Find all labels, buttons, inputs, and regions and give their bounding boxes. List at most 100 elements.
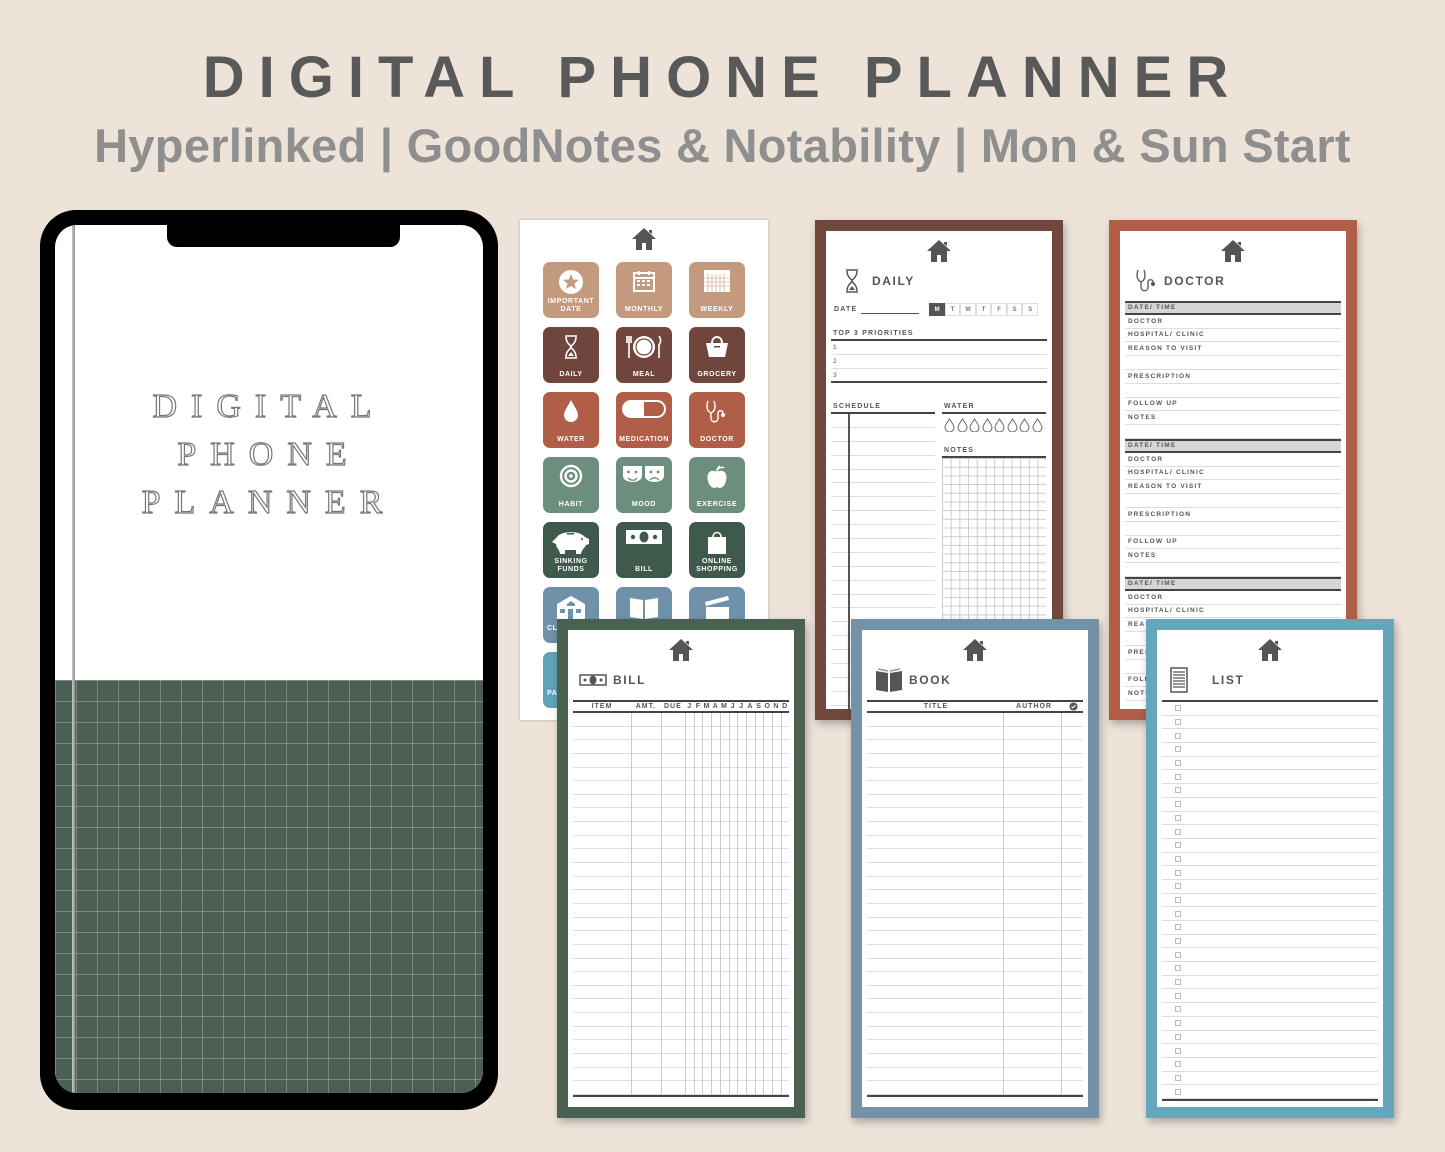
water-drop-icon[interactable] [956, 418, 968, 437]
checkbox[interactable] [1175, 1088, 1181, 1095]
checkbox[interactable] [1175, 855, 1181, 862]
checkbox[interactable] [1175, 801, 1181, 808]
water-drop-icon[interactable] [994, 418, 1005, 437]
checkbox[interactable] [1175, 828, 1181, 835]
water-drop-icon[interactable] [981, 418, 993, 437]
doctor-section-header[interactable]: DATE/ TIME [1125, 301, 1341, 315]
checkbox[interactable] [1175, 992, 1181, 999]
checkbox[interactable] [1175, 1020, 1181, 1027]
doctor-field-row[interactable]: PRESCRIPTION [1125, 370, 1341, 384]
home-icon[interactable] [668, 638, 694, 662]
checkbox[interactable] [1175, 1033, 1181, 1040]
home-icon[interactable] [1220, 239, 1246, 263]
index-tile-bill[interactable]: BILL [616, 522, 672, 578]
doctor-field-row[interactable]: REASON TO VISIT [1125, 342, 1341, 357]
weekday-0[interactable]: M [929, 303, 945, 316]
doctor-field-row[interactable]: REASON TO VISIT [1125, 480, 1341, 495]
checkbox[interactable] [1175, 1061, 1181, 1068]
checkbox[interactable] [1175, 842, 1181, 849]
index-tile-grocery[interactable]: GROCERY [689, 327, 745, 383]
checkbox[interactable] [1175, 869, 1181, 876]
doctor-field-row[interactable] [1125, 425, 1341, 439]
weekday-5[interactable]: S [1006, 303, 1023, 316]
index-tile-exercise[interactable]: EXERCISE [689, 457, 745, 513]
date-field[interactable] [861, 305, 920, 314]
index-tile-weekly[interactable]: WEEKLY [689, 262, 745, 318]
checkbox[interactable] [1175, 814, 1181, 821]
home-icon[interactable] [926, 239, 952, 263]
index-tile-water[interactable]: WATER [543, 392, 599, 448]
index-tile-important-date[interactable]: IMPORTANT DATE [543, 262, 599, 318]
checkbox[interactable] [1175, 896, 1181, 903]
weekday-2[interactable]: W [960, 303, 976, 316]
water-drop-icon[interactable] [1019, 418, 1030, 437]
priority-row[interactable]: 2 [831, 355, 1047, 369]
checkbox[interactable] [1175, 719, 1181, 726]
checkbox[interactable] [1175, 760, 1181, 767]
doctor-field-row[interactable]: DOCTOR [1125, 453, 1341, 467]
doctor-field-row[interactable]: FOLLOW UP [1125, 398, 1341, 412]
doctor-field-row[interactable] [1125, 384, 1341, 398]
doctor-field-row[interactable]: DOCTOR [1125, 591, 1341, 605]
index-tile-daily[interactable]: DAILY [543, 327, 599, 383]
index-tile-mood[interactable]: MOOD [616, 457, 672, 513]
checkbox[interactable] [1175, 979, 1181, 986]
weekday-3[interactable]: T [975, 303, 992, 316]
doctor-section-header[interactable]: DATE/ TIME [1125, 576, 1341, 591]
checkbox[interactable] [1175, 965, 1181, 972]
doctor-field-row[interactable]: FOLLOW UP [1125, 536, 1341, 550]
water-drop-icon[interactable] [1006, 418, 1018, 437]
home-icon[interactable] [1257, 638, 1283, 662]
index-tile-meal[interactable]: MEAL [616, 327, 672, 383]
weekday-6[interactable]: S [1022, 303, 1038, 316]
bill-table[interactable] [573, 713, 789, 1095]
index-tile-monthly[interactable]: MONTHLY [616, 262, 672, 318]
doctor-field-row[interactable]: NOTES [1125, 549, 1341, 564]
bill-column-divider [693, 713, 695, 1095]
checkbox[interactable] [1175, 746, 1181, 753]
water-drop-icon[interactable] [1031, 418, 1043, 437]
phone-notch [167, 225, 400, 247]
home-icon[interactable] [962, 638, 988, 662]
doctor-field-row[interactable]: HOSPITAL/ CLINIC [1125, 329, 1341, 343]
water-drop-icon[interactable] [944, 418, 955, 437]
doctor-field-row[interactable]: PRESCRIPTION [1125, 508, 1341, 522]
checkbox[interactable] [1175, 787, 1181, 794]
checkbox[interactable] [1175, 951, 1181, 958]
doctor-section-header[interactable]: DATE/ TIME [1125, 438, 1341, 453]
priority-row[interactable]: 3 [831, 369, 1047, 383]
doctor-field-row[interactable]: HOSPITAL/ CLINIC [1125, 605, 1341, 619]
index-tile-habit[interactable]: HABIT [543, 457, 599, 513]
book-table[interactable] [867, 713, 1083, 1095]
doctor-field-row[interactable]: HOSPITAL/ CLINIC [1125, 467, 1341, 481]
water-drop-icon[interactable] [969, 418, 980, 437]
doctor-field-row[interactable] [1125, 522, 1341, 536]
home-icon[interactable] [631, 227, 657, 251]
doctor-field-row[interactable]: NOTES [1125, 411, 1341, 426]
checkbox[interactable] [1175, 924, 1181, 931]
weekday-1[interactable]: T [944, 303, 961, 316]
cover-title[interactable]: DIGITAL PHONE PLANNER [55, 383, 483, 527]
checkbox[interactable] [1175, 910, 1181, 917]
date-label: DATE [834, 306, 858, 313]
doctor-field-row[interactable] [1125, 494, 1341, 508]
schedule-line [831, 483, 935, 498]
doctor-field-row[interactable] [1125, 356, 1341, 370]
checkbox[interactable] [1175, 705, 1181, 712]
checkbox[interactable] [1175, 773, 1181, 780]
index-tile-medication[interactable]: MEDICATION [616, 392, 672, 448]
checkbox[interactable] [1175, 883, 1181, 890]
checkbox[interactable] [1175, 732, 1181, 739]
month-header: A [712, 703, 718, 710]
doctor-field-row[interactable]: DOCTOR [1125, 315, 1341, 329]
index-tile-sinking-funds[interactable]: SINKING FUNDS [543, 522, 599, 578]
checkbox[interactable] [1175, 938, 1181, 945]
index-tile-doctor[interactable]: DOCTOR [689, 392, 745, 448]
checkbox[interactable] [1175, 1074, 1181, 1081]
weekday-4[interactable]: F [991, 303, 1007, 316]
index-tile-online-shopping[interactable]: ONLINE SHOPPING [689, 522, 745, 578]
checkbox[interactable] [1175, 1047, 1181, 1054]
priority-row[interactable]: 1 [831, 341, 1047, 355]
doctor-field-row[interactable] [1125, 563, 1341, 577]
checkbox[interactable] [1175, 1006, 1181, 1013]
